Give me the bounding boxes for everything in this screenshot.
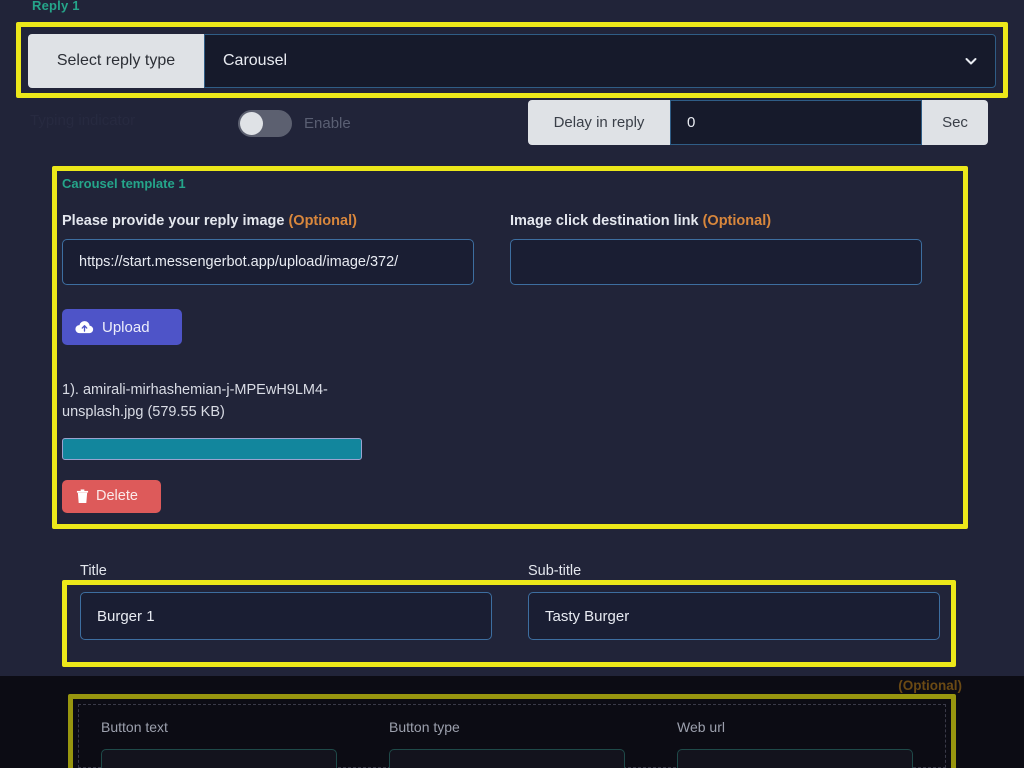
image-link-label: Image click destination link (Optional) [510, 213, 922, 229]
image-link-optional-text: (Optional) [702, 213, 772, 229]
uploaded-file-name-line2: unsplash.jpg (579.55 KB) [62, 404, 225, 421]
web-url-label: Web url [677, 719, 725, 735]
button-type-label: Button type [389, 719, 460, 735]
title-label: Title [80, 563, 107, 579]
image-link-column: Image click destination link (Optional) [510, 213, 922, 285]
typing-indicator-label: Typing indicator [30, 112, 136, 129]
page-root: Reply 1 Select reply type Carousel Typin… [0, 0, 1024, 768]
delay-in-reply-row: Delay in reply 0 Sec [528, 100, 988, 145]
button-text-input[interactable] [101, 749, 337, 768]
reply-image-url-input[interactable]: https://start.messengerbot.app/upload/im… [62, 239, 474, 285]
subtitle-value: Tasty Burger [545, 607, 630, 625]
reply-type-selected-value: Carousel [223, 52, 288, 69]
enable-toggle-group[interactable]: Enable [238, 110, 351, 137]
buttons-section-optional-text: (Optional) [898, 678, 962, 693]
reply-image-optional-text: (Optional) [288, 213, 357, 229]
button-text-label: Button text [101, 719, 168, 735]
titles-labels-row: Title Sub-title [80, 563, 960, 579]
titles-inputs-row: Burger 1 Tasty Burger [80, 592, 960, 640]
carousel-template-panel: Carousel template 1 Please provide your … [62, 176, 958, 519]
button-type-input[interactable] [389, 749, 625, 768]
upload-button[interactable]: Upload [62, 309, 182, 345]
upload-progress-bar [62, 437, 362, 460]
toggle-knob [240, 112, 263, 135]
reply-section-label: Reply 1 [32, 0, 80, 13]
subtitle-label: Sub-title [528, 563, 582, 579]
buttons-panel: Button text Button type Web url [78, 704, 946, 768]
uploaded-file-info: 1). amirali-mirhashemian-j-MPEwH9LM4- un… [62, 379, 412, 424]
delete-button-label: Delete [96, 488, 138, 505]
button-type-column: Button type [389, 719, 625, 768]
button-text-column: Button text [101, 719, 337, 768]
delay-value: 0 [687, 114, 696, 131]
web-url-column: Web url [677, 719, 913, 768]
reply-type-row: Select reply type Carousel [28, 34, 996, 88]
carousel-template-title: Carousel template 1 [62, 176, 186, 191]
delay-label-addon: Delay in reply [528, 100, 670, 145]
image-link-label-text: Image click destination link [510, 213, 699, 229]
reply-image-label: Please provide your reply image (Optiona… [62, 213, 474, 229]
upload-button-label: Upload [102, 318, 150, 336]
buttons-columns: Button text Button type Web url [79, 705, 945, 768]
uploaded-file-name-line1: 1). amirali-mirhashemian-j-MPEwH9LM4- [62, 382, 328, 398]
title-value: Burger 1 [97, 607, 155, 625]
titles-area: Title Sub-title Burger 1 Tasty Burger [80, 563, 960, 640]
delay-unit-addon: Sec [922, 100, 988, 145]
delay-input[interactable]: 0 [670, 100, 922, 145]
enable-toggle[interactable] [238, 110, 292, 137]
web-url-input[interactable] [677, 749, 913, 768]
title-input[interactable]: Burger 1 [80, 592, 492, 640]
reply-image-column: Please provide your reply image (Optiona… [62, 213, 474, 285]
delete-button[interactable]: Delete [62, 479, 161, 513]
cloud-upload-icon [75, 320, 94, 333]
trash-icon [76, 489, 89, 503]
reply-image-label-text: Please provide your reply image [62, 213, 285, 229]
enable-toggle-label: Enable [304, 115, 351, 132]
chevron-down-icon [965, 58, 977, 65]
subtitle-input[interactable]: Tasty Burger [528, 592, 940, 640]
reply-type-select[interactable]: Carousel [204, 34, 996, 88]
select-reply-type-addon: Select reply type [28, 34, 204, 88]
image-link-input[interactable] [510, 239, 922, 285]
reply-image-url-value: https://start.messengerbot.app/upload/im… [79, 254, 399, 270]
image-fields-row: Please provide your reply image (Optiona… [62, 213, 958, 285]
